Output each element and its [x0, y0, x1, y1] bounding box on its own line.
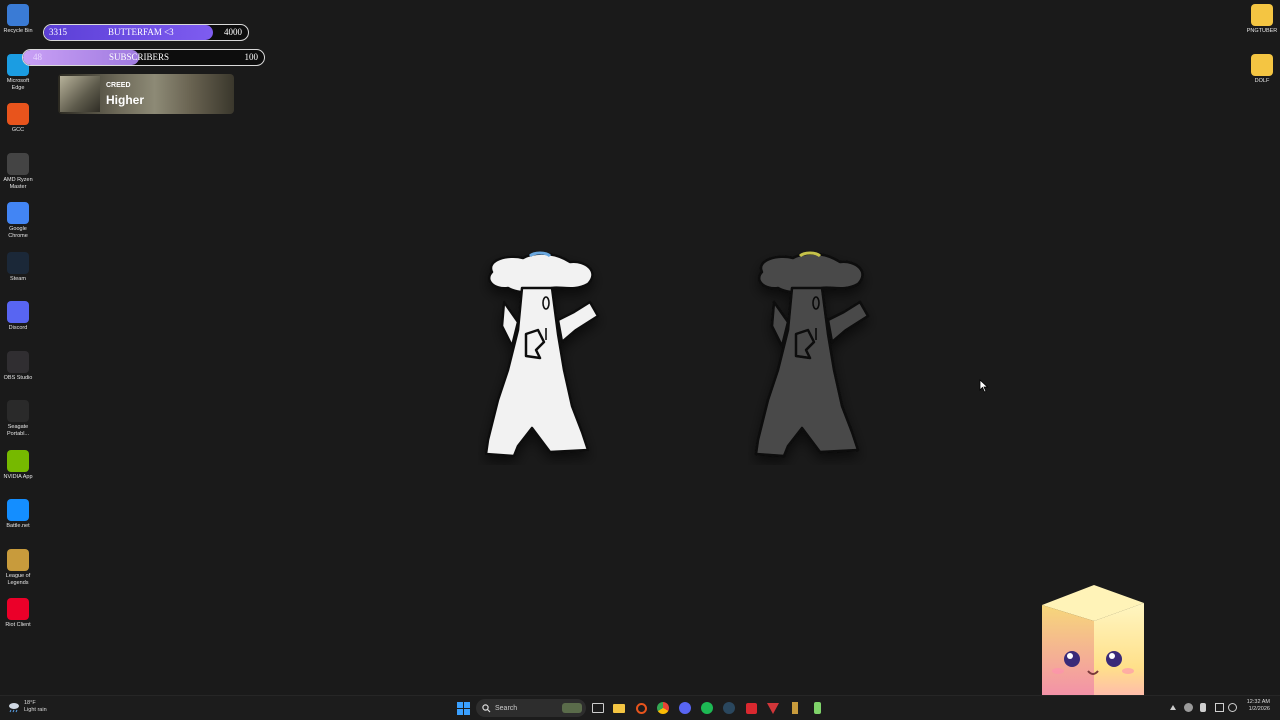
now-playing-artist: CREED	[106, 82, 131, 89]
task-view-icon	[592, 703, 604, 713]
seagate-icon	[7, 400, 29, 422]
weather-rain-icon	[9, 702, 19, 712]
clock-time: 12:32 AM	[1246, 699, 1270, 705]
start-button[interactable]	[455, 700, 471, 716]
search-icon	[482, 703, 491, 712]
now-playing-widget: CREED Higher	[58, 74, 234, 114]
desktop-icon-pngtuber[interactable]: PNGTUBER	[1244, 4, 1280, 35]
taskbar-discord[interactable]	[677, 700, 693, 716]
network-icon[interactable]	[1215, 703, 1224, 712]
battlenet-icon	[7, 499, 29, 521]
clock-date: 1/2/2026	[1248, 706, 1270, 712]
taskbar-obs[interactable]	[743, 700, 759, 716]
follower-goal-label: BUTTERFAM <3	[108, 27, 174, 37]
gcc-taskbar-icon	[635, 702, 647, 714]
tray-overflow-chevron-icon[interactable]	[1170, 705, 1176, 710]
taskbar-steam[interactable]	[721, 700, 737, 716]
microphone-icon[interactable]	[1200, 703, 1206, 712]
record-taskbar-icon	[745, 702, 757, 714]
desktop-icon-riot-client[interactable]: Riot Client	[0, 598, 36, 629]
riot-taskbar-icon	[767, 702, 779, 714]
follower-goal-target: 4000	[224, 27, 242, 37]
folder-icon	[1251, 54, 1273, 76]
league-taskbar-icon	[792, 702, 798, 714]
discord-icon	[7, 301, 29, 323]
desktop-icon-discord[interactable]: Discord	[0, 301, 36, 332]
desktop-icon-dolf[interactable]: DOLF	[1244, 54, 1280, 85]
taskbar-file-explorer[interactable]	[611, 700, 627, 716]
search-highlight-icon	[562, 703, 582, 713]
desktop-icon-steam[interactable]: Steam	[0, 251, 36, 283]
desktop-icon-obs-studio[interactable]: OBS Studio	[0, 350, 36, 382]
taskbar-search[interactable]: Search	[476, 699, 586, 717]
album-art	[60, 76, 100, 112]
subscriber-goal-target: 100	[244, 52, 259, 62]
recycle-bin-icon	[7, 4, 29, 26]
taskbar-chrome[interactable]	[655, 700, 671, 716]
desktop-icon-label: Seagate Portabl...	[6, 424, 29, 437]
search-placeholder: Search	[495, 704, 518, 712]
weather-desc: Light rain	[24, 706, 47, 713]
desktop-icon-label: Battle.net	[6, 523, 30, 529]
desktop-icon-label: Riot Client	[5, 622, 31, 628]
taskbar-gcc[interactable]	[633, 700, 649, 716]
desktop-icon-recycle-bin[interactable]: Recycle Bin	[0, 4, 36, 35]
league-icon	[7, 548, 29, 571]
now-playing-title: Higher	[106, 93, 145, 107]
desktop-icon-label: Recycle Bin	[3, 28, 33, 34]
subscriber-goal-bar: 48 SUBSCRIBERS 100	[22, 49, 265, 66]
taskbar-pngtuber[interactable]	[809, 700, 825, 716]
white-dancing-character	[484, 251, 600, 458]
desktop-icon-league-of-legends[interactable]: League of Legends	[0, 548, 36, 587]
spotify-taskbar-icon	[701, 702, 713, 714]
volume-icon[interactable]	[1228, 703, 1237, 712]
desktop-icon-gcc[interactable]: GCC	[0, 103, 36, 134]
desktop-icon-label: Steam	[10, 275, 26, 282]
desktop-icon-nvidia-app[interactable]: NVIDIA App	[0, 449, 36, 481]
taskbar-clock[interactable]: 12:32 AM 1/2/2026	[1247, 699, 1270, 713]
obs-icon	[7, 350, 29, 373]
chrome-taskbar-icon	[657, 702, 669, 714]
taskbar: 18°F Light rain Search 12:32 AM 1/2/2026	[0, 695, 1280, 720]
weather-widget[interactable]: 18°F Light rain	[8, 700, 47, 713]
nvidia-icon	[7, 449, 29, 472]
mouse-cursor-icon	[979, 379, 989, 393]
taskbar-league[interactable]	[787, 700, 803, 716]
amd-ryzen-icon	[7, 152, 29, 175]
chrome-icon	[7, 202, 29, 224]
desktop-icon-seagate-portabl[interactable]: Seagate Portabl...	[0, 400, 36, 438]
desktop-icon-label: DOLF	[1254, 78, 1270, 84]
windows-start-icon	[456, 701, 470, 715]
desktop-icon-label: Google Chrome	[8, 226, 28, 239]
desktop-icon-label: PNGTUBER	[1246, 28, 1278, 34]
taskbar-riot[interactable]	[765, 700, 781, 716]
desktop-icon-label: Discord	[8, 325, 28, 331]
desktop-icon-amd-ryzen-master[interactable]: AMD Ryzen Master	[0, 152, 36, 191]
subscriber-goal-current: 48	[33, 52, 42, 62]
follower-goal-current: 3315	[49, 27, 67, 37]
taskbar-spotify[interactable]	[699, 700, 715, 716]
desktop-icon-label: Microsoft Edge	[6, 77, 30, 91]
desktop-icon-google-chrome[interactable]: Google Chrome	[0, 202, 36, 240]
gcc-icon	[7, 103, 29, 125]
desktop-icon-label: AMD Ryzen Master	[3, 176, 33, 190]
desktop-icon-label: GCC	[11, 127, 25, 133]
steam-taskbar-icon	[723, 702, 735, 714]
desktop-icon-battle-net[interactable]: Battle.net	[0, 499, 36, 530]
task-view-button[interactable]	[590, 700, 606, 716]
discord-taskbar-icon	[679, 702, 691, 714]
steam-icon	[7, 251, 29, 274]
desktop-icon-label: League of Legends	[5, 572, 31, 586]
subscriber-goal-label: SUBSCRIBERS	[109, 52, 170, 62]
riot-icon	[7, 598, 29, 620]
dark-dancing-character	[754, 251, 870, 458]
pngtuber-taskbar-icon	[813, 702, 821, 714]
folder-icon	[1251, 4, 1273, 26]
follower-goal-bar: 3315 BUTTERFAM <3 4000	[43, 24, 249, 41]
desktop-icon-label: OBS Studio	[3, 374, 33, 381]
file-explorer-icon	[613, 703, 625, 713]
desktop-icon-label: NVIDIA App	[3, 473, 33, 480]
tray-app-icon[interactable]	[1184, 703, 1193, 712]
